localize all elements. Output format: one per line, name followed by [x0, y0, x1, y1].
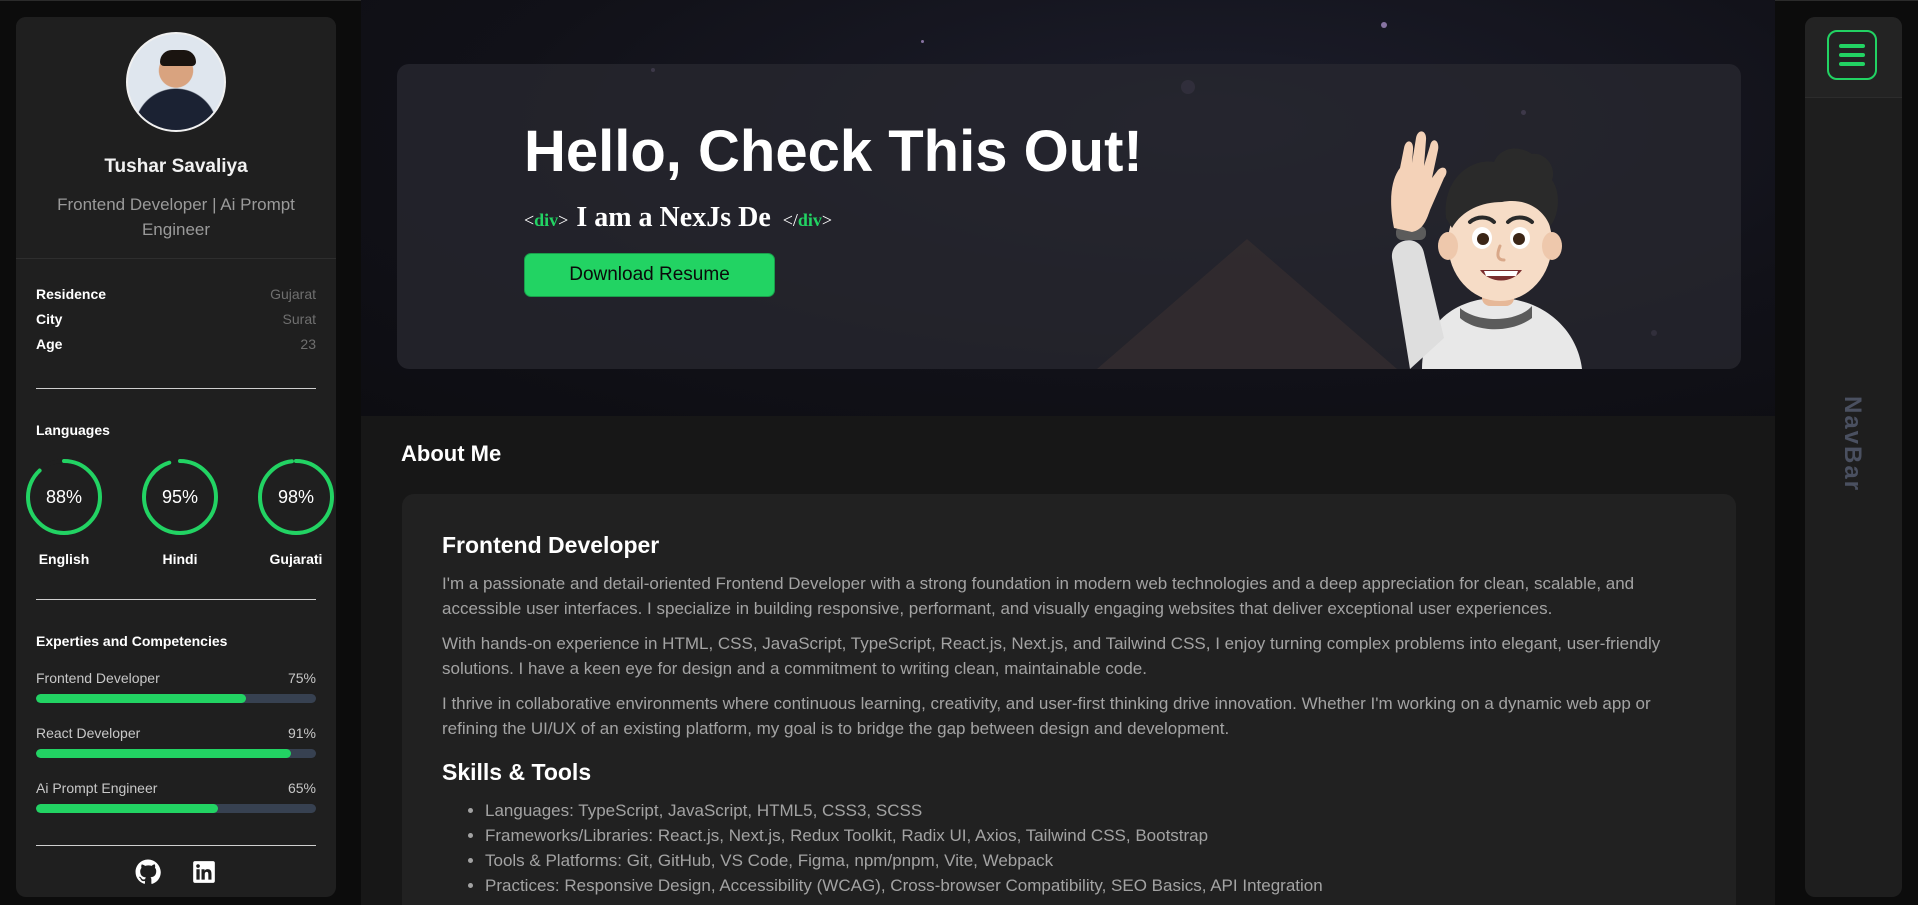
language-percent: 88%	[45, 487, 83, 507]
list-item: Tools & Platforms: Git, GitHub, VS Code,…	[485, 848, 1702, 873]
language-name: Gujarati	[269, 551, 323, 567]
language-ring: 95%	[140, 457, 220, 537]
profile-sidebar: Tushar Savaliya Frontend Developer | Ai …	[16, 17, 336, 897]
info-value: Gujarat	[270, 286, 316, 302]
skill-name: Frontend Developer	[36, 670, 160, 686]
skill-percent: 91%	[287, 725, 316, 741]
profile-role: Frontend Developer | Ai Prompt Engineer	[57, 195, 295, 239]
info-row-age: Age 23	[36, 336, 316, 361]
profile-header: Tushar Savaliya Frontend Developer | Ai …	[16, 17, 336, 259]
language-hindi: 95% Hindi	[140, 457, 220, 567]
linkedin-icon[interactable]	[191, 859, 217, 885]
about-section-title: About Me	[401, 441, 502, 466]
main-content[interactable]: Hello, Check This Out! <div> I am a NexJ…	[361, 0, 1775, 905]
hamburger-menu-icon[interactable]	[1827, 30, 1877, 80]
skill-percent: 75%	[287, 670, 316, 686]
skills-title: Experties and Competencies	[36, 633, 228, 649]
navbar-label: NavBar	[1839, 396, 1866, 493]
info-row-city: City Surat	[36, 311, 316, 336]
skill-progress-bar	[36, 804, 316, 813]
about-paragraph: I thrive in collaborative environments w…	[442, 694, 1651, 738]
skill-progress-fill	[36, 804, 218, 813]
divider	[36, 845, 316, 846]
about-heading: Frontend Developer	[442, 532, 660, 558]
about-paragraph: With hands-on experience in HTML, CSS, J…	[442, 634, 1661, 678]
skills-list: Frontend Developer 75% React Developer 9…	[36, 670, 316, 835]
skill-item: React Developer 91%	[36, 725, 316, 780]
github-icon[interactable]	[135, 859, 161, 885]
languages-list: 88% English 95% Hindi 98% Gujarati	[24, 457, 336, 567]
navbar-header	[1805, 17, 1902, 98]
download-resume-button[interactable]: Download Resume	[524, 253, 775, 297]
list-item: Practices: Responsive Design, Accessibil…	[485, 873, 1702, 898]
language-gujarati: 98% Gujarati	[256, 457, 336, 567]
skill-item: Frontend Developer 75%	[36, 670, 316, 725]
info-value: 23	[300, 336, 316, 352]
language-percent: 95%	[161, 487, 199, 507]
skill-progress-fill	[36, 694, 246, 703]
skills-tools-list: Languages: TypeScript, JavaScript, HTML5…	[442, 798, 1702, 898]
hero-card: Hello, Check This Out! <div> I am a NexJ…	[397, 64, 1741, 369]
language-ring: 98%	[256, 457, 336, 537]
skill-name: React Developer	[36, 725, 141, 741]
languages-title: Languages	[36, 422, 110, 438]
language-name: Hindi	[162, 551, 198, 567]
profile-name: Tushar Savaliya	[104, 156, 248, 177]
personal-info: Residence Gujarat City Surat Age 23	[36, 286, 316, 361]
list-item: Frameworks/Libraries: React.js, Next.js,…	[485, 823, 1702, 848]
language-ring: 88%	[24, 457, 104, 537]
waving-memoji-image	[1391, 131, 1582, 369]
social-links	[16, 859, 336, 885]
info-label: Residence	[36, 286, 107, 302]
language-english: 88% English	[24, 457, 104, 567]
skill-percent: 65%	[287, 780, 316, 796]
language-name: English	[38, 551, 90, 567]
about-card: Frontend Developer I'm a passionate and …	[402, 494, 1736, 905]
info-row-residence: Residence Gujarat	[36, 286, 316, 311]
language-percent: 98%	[277, 487, 315, 507]
info-label: City	[36, 311, 63, 327]
tag-close: </div>	[782, 210, 833, 230]
typing-line: <div> I am a NexJs De </div>	[524, 202, 832, 234]
skill-progress-bar	[36, 749, 316, 758]
skills-tools-heading: Skills & Tools	[442, 759, 592, 785]
tag-open: <div>	[524, 210, 569, 230]
hero-title: Hello, Check This Out!	[524, 119, 1143, 184]
avatar	[126, 32, 226, 132]
skill-item: Ai Prompt Engineer 65%	[36, 780, 316, 835]
list-item: Languages: TypeScript, JavaScript, HTML5…	[485, 798, 1702, 823]
mountain-silhouette	[1097, 239, 1397, 369]
info-label: Age	[36, 336, 63, 352]
divider	[36, 599, 316, 600]
typing-text: I am a NexJs De	[576, 202, 771, 233]
skill-progress-fill	[36, 749, 291, 758]
skill-name: Ai Prompt Engineer	[36, 780, 158, 796]
about-paragraph: I'm a passionate and detail-oriented Fro…	[442, 574, 1635, 618]
info-value: Surat	[282, 311, 316, 327]
divider	[36, 388, 316, 389]
skill-progress-bar	[36, 694, 316, 703]
